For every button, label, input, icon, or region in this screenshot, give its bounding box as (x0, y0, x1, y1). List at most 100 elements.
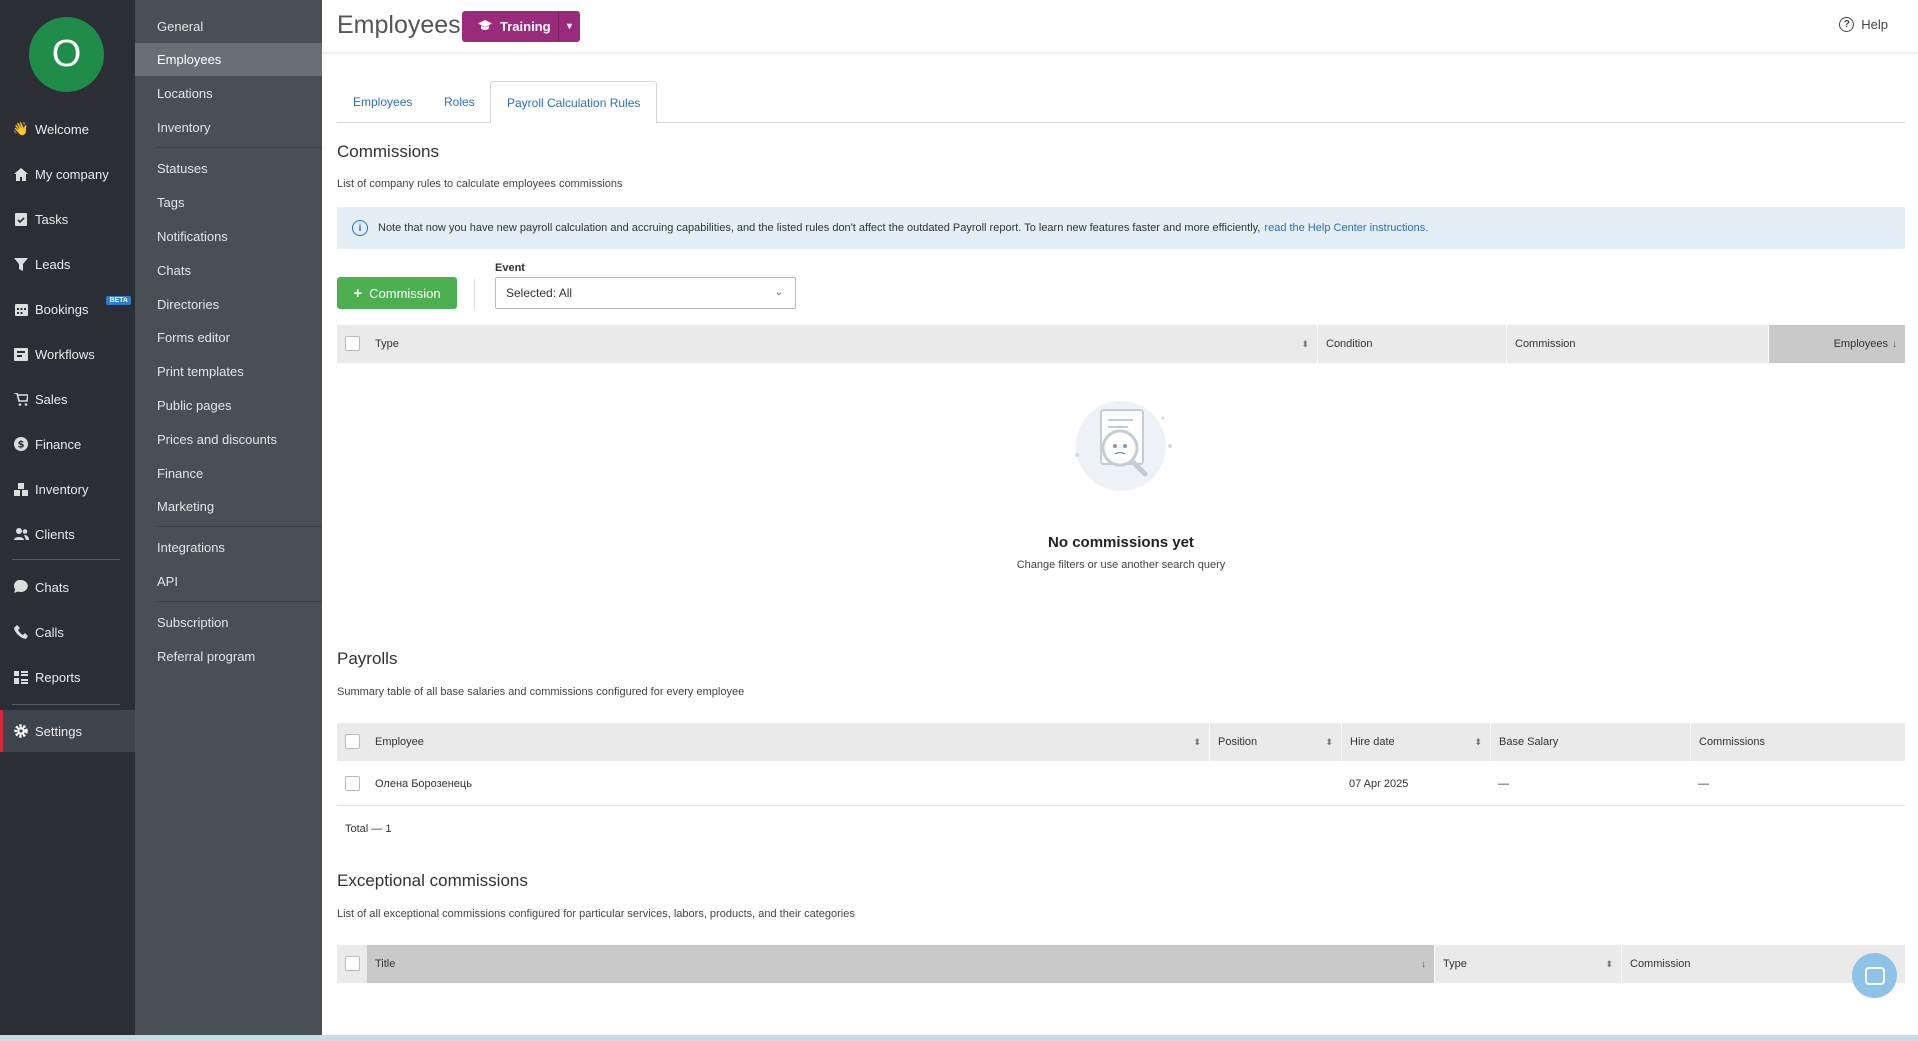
toolbar-divider (474, 279, 475, 309)
subnav-finance[interactable]: Finance (135, 457, 322, 490)
plus-icon: + (353, 284, 363, 302)
wave-hand-icon: 👋 (12, 121, 30, 136)
select-all-checkbox[interactable] (345, 336, 360, 351)
column-header-base-salary[interactable]: Base Salary (1490, 723, 1690, 761)
column-label: Hire date (1350, 736, 1395, 748)
nav-label: Leads (35, 256, 71, 272)
subnav-api[interactable]: API (135, 565, 322, 598)
nav-item-welcome[interactable]: 👋 Welcome (0, 109, 135, 149)
select-all-checkbox[interactable] (345, 956, 360, 971)
payrolls-title: Payrolls (337, 649, 398, 668)
chevron-down-icon: ⌄ (774, 287, 783, 298)
column-header-title[interactable]: Title ↓ (367, 945, 1434, 983)
column-label: Position (1218, 736, 1258, 748)
nav-item-sales[interactable]: Sales (0, 379, 135, 419)
subnav-integrations[interactable]: Integrations (135, 531, 322, 564)
employee-name[interactable]: Олена Борозенець (375, 761, 472, 806)
subnav-marketing[interactable]: Marketing (135, 490, 322, 523)
subnav-divider (157, 526, 322, 527)
subnav-subscription[interactable]: Subscription (135, 606, 322, 639)
column-header-hire-date[interactable]: Hire date ⬍ (1341, 723, 1490, 761)
empty-state-title: No commissions yet (1048, 534, 1194, 551)
settings-subnav: General Employees Locations Inventory St… (135, 0, 322, 1041)
column-header-employee[interactable]: Employee ⬍ (367, 723, 1209, 761)
nav-item-settings[interactable]: Settings (0, 710, 135, 752)
event-select[interactable]: Selected: All ⌄ (495, 277, 796, 309)
subnav-forms-editor[interactable]: Forms editor (135, 321, 322, 354)
column-label: Commission (1515, 338, 1576, 350)
subnav-employees[interactable]: Employees (135, 43, 322, 76)
tab-employees[interactable]: Employees (337, 81, 428, 123)
sort-icon: ⬍ (1301, 338, 1309, 349)
tab-bar: Employees Roles Payroll Calculation Rule… (337, 81, 1905, 124)
subnav-print-templates[interactable]: Print templates (135, 355, 322, 388)
commissions-title: Commissions (337, 142, 440, 161)
column-header-employees[interactable]: Employees ↓ (1768, 325, 1905, 363)
users-icon (12, 525, 30, 543)
graduation-cap-icon (478, 19, 492, 34)
nav-item-chats[interactable]: Chats (0, 567, 135, 607)
gear-icon (12, 722, 30, 740)
nav-item-inventory[interactable]: Inventory (0, 469, 135, 509)
row-checkbox[interactable] (345, 776, 360, 791)
nav-item-tasks[interactable]: Tasks (0, 199, 135, 239)
chat-icon (12, 578, 30, 596)
nav-item-my-company[interactable]: My company (0, 154, 135, 194)
column-header-type[interactable]: Type ⬍ (367, 325, 1317, 363)
nav-item-workflows[interactable]: Workflows (0, 334, 135, 374)
training-button[interactable]: Training ▾ (462, 11, 580, 42)
empty-search-illustration (1063, 400, 1179, 500)
beta-badge: BETA (106, 296, 131, 305)
subnav-tags[interactable]: Tags (135, 186, 322, 219)
nav-item-reports[interactable]: Reports (0, 657, 135, 697)
nav-item-clients[interactable]: Clients (0, 514, 135, 554)
column-label: Commission (1630, 958, 1691, 970)
subnav-general[interactable]: General (135, 10, 322, 43)
nav-label: Tasks (35, 211, 69, 227)
dollar-icon: $ (12, 435, 30, 453)
column-label: Base Salary (1499, 736, 1559, 748)
employee-commissions: — (1698, 777, 1709, 790)
calendar-icon (12, 300, 30, 318)
tab-roles[interactable]: Roles (428, 81, 491, 123)
subnav-referral-program[interactable]: Referral program (135, 640, 322, 673)
nav-item-bookings[interactable]: Bookings BETA (0, 289, 135, 329)
subnav-locations[interactable]: Locations (135, 77, 322, 110)
nav-item-leads[interactable]: Leads (0, 244, 135, 284)
cart-icon (12, 390, 30, 408)
column-header-commission[interactable]: Commission (1506, 325, 1793, 363)
help-center-link[interactable]: read the Help Center instructions. (1264, 222, 1428, 234)
subnav-chats[interactable]: Chats (135, 254, 322, 287)
column-header-condition[interactable]: Condition (1317, 325, 1506, 363)
support-chat-button[interactable] (1852, 953, 1897, 998)
nav-item-calls[interactable]: Calls (0, 612, 135, 652)
question-circle-icon: ? (1839, 17, 1855, 32)
column-header-type[interactable]: Type ⬍ (1434, 945, 1621, 983)
notice-text: Note that now you have new payroll calcu… (378, 222, 1261, 234)
empty-state-subtitle: Change filters or use another search que… (1016, 559, 1226, 571)
company-logo[interactable]: O (29, 17, 104, 92)
subnav-inventory[interactable]: Inventory (135, 111, 322, 144)
nav-item-finance[interactable]: $ Finance (0, 424, 135, 464)
subnav-directories[interactable]: Directories (135, 288, 322, 321)
column-label: Commissions (1699, 736, 1766, 748)
subnav-prices-and-discounts[interactable]: Prices and discounts (135, 423, 322, 456)
add-commission-button[interactable]: + Commission (337, 277, 457, 309)
help-link[interactable]: ? Help (1839, 17, 1888, 32)
column-header-position[interactable]: Position ⬍ (1209, 723, 1341, 761)
chevron-down-icon[interactable]: ▾ (558, 11, 580, 42)
sort-desc-icon: ↓ (1421, 958, 1426, 970)
subnav-notifications[interactable]: Notifications (135, 220, 322, 253)
nav-label: Finance (35, 436, 82, 452)
nav-label: Calls (35, 624, 64, 640)
subnav-public-pages[interactable]: Public pages (135, 389, 322, 422)
info-notice: i Note that now you have new payroll cal… (337, 207, 1905, 249)
nav-label: Welcome (35, 121, 89, 137)
table-row[interactable]: Олена Борозенець 07 Apr 2025 — — (337, 761, 1905, 806)
chat-icon (1864, 966, 1885, 985)
select-all-checkbox[interactable] (345, 734, 360, 749)
column-header-commissions[interactable]: Commissions (1690, 723, 1905, 761)
column-label: Type (375, 338, 399, 350)
tab-payroll-calculation-rules[interactable]: Payroll Calculation Rules (490, 81, 658, 124)
subnav-statuses[interactable]: Statuses (135, 152, 322, 185)
